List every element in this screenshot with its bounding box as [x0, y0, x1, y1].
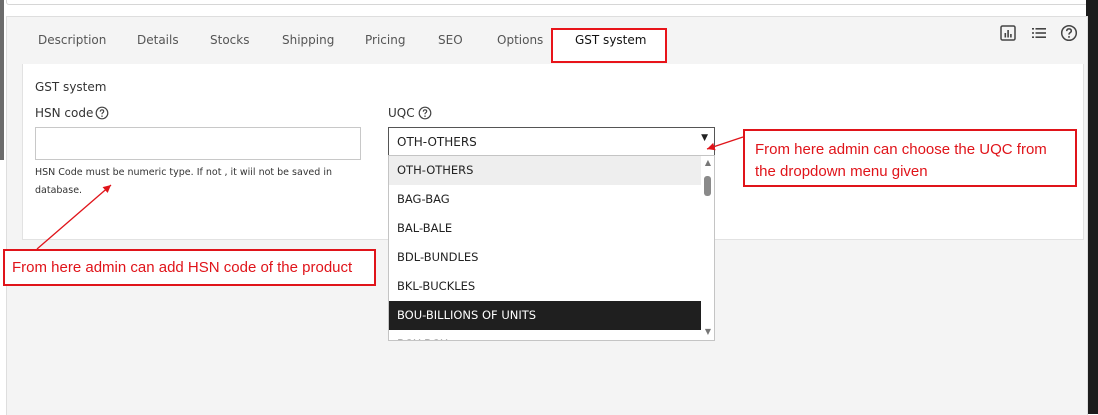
uqc-dropdown-list[interactable]: OTH-OTHERS BAG-BAG BAL-BALE BDL-BUNDLES …	[388, 155, 715, 341]
uqc-option[interactable]: BDL-BUNDLES	[389, 243, 701, 272]
top-card-edge	[6, 0, 1088, 5]
uqc-option-partial[interactable]: BOX-BOX	[389, 330, 701, 340]
hsn-label: HSN code	[35, 106, 94, 120]
tab-shipping[interactable]: Shipping	[282, 33, 334, 47]
page-scrollbar[interactable]	[0, 0, 4, 160]
uqc-label: UQC	[388, 106, 415, 120]
hsn-helper-text: HSN Code must be numeric type. If not , …	[35, 167, 332, 196]
uqc-selected-value: OTH-OTHERS	[397, 135, 477, 149]
product-tabs: Description Details Stocks Shipping Pric…	[22, 16, 1084, 64]
hsn-help-icon[interactable]	[95, 106, 109, 120]
hsn-code-input[interactable]	[35, 127, 361, 160]
chevron-down-icon: ▼	[701, 133, 708, 143]
uqc-option[interactable]: OTH-OTHERS	[389, 156, 701, 185]
uqc-help-icon[interactable]	[418, 106, 432, 120]
tab-stocks[interactable]: Stocks	[210, 33, 249, 47]
tab-options[interactable]: Options	[497, 33, 543, 47]
scroll-up-arrow-icon[interactable]: ▲	[705, 158, 711, 167]
help-circle-icon[interactable]	[1060, 24, 1078, 42]
tab-description[interactable]: Description	[38, 33, 106, 47]
scrollbar-thumb[interactable]	[704, 176, 711, 196]
uqc-option[interactable]: BKL-BUCKLES	[389, 272, 701, 301]
uqc-annotation-callout: From here admin can choose the UQC from …	[743, 129, 1077, 187]
tab-details[interactable]: Details	[137, 33, 179, 47]
list-icon[interactable]	[1030, 24, 1048, 42]
uqc-option[interactable]: BAL-BALE	[389, 214, 701, 243]
uqc-select[interactable]: OTH-OTHERS ▼	[388, 127, 715, 156]
dropdown-scrollbar[interactable]: ▲ ▼	[701, 156, 714, 340]
tab-gst-system[interactable]: GST system	[575, 33, 646, 47]
section-title: GST system	[35, 80, 107, 94]
tab-pricing[interactable]: Pricing	[365, 33, 405, 47]
uqc-option[interactable]: BAG-BAG	[389, 185, 701, 214]
tab-seo[interactable]: SEO	[438, 33, 463, 47]
bar-chart-icon[interactable]	[999, 24, 1017, 42]
hsn-annotation-callout: From here admin can add HSN code of the …	[3, 249, 376, 286]
uqc-option-highlighted[interactable]: BOU-BILLIONS OF UNITS	[389, 301, 701, 330]
scroll-down-arrow-icon[interactable]: ▼	[705, 327, 711, 336]
